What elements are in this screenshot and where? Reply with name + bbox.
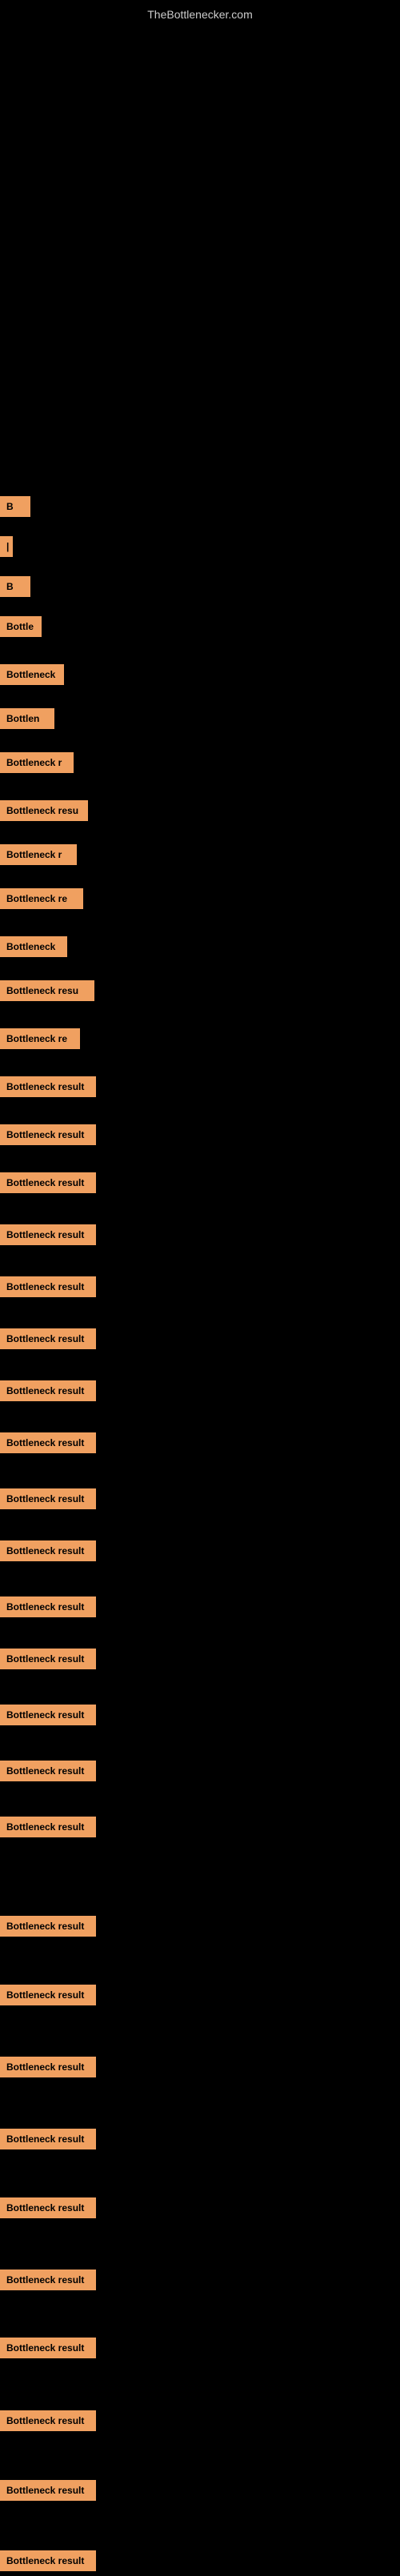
result-badge-36[interactable]: Bottleneck result [0,2410,96,2431]
result-item-16: Bottleneck result [0,1168,96,1198]
result-item-28: Bottleneck result [0,1812,96,1842]
result-badge-26[interactable]: Bottleneck result [0,1705,96,1725]
result-badge-4[interactable]: Bottle [0,616,42,637]
result-badge-12[interactable]: Bottleneck resu [0,980,94,1001]
result-item-33: Bottleneck result [0,2193,96,2223]
result-item-30: Bottleneck result [0,1980,96,2010]
result-badge-3[interactable]: B [0,576,30,597]
result-item-10: Bottleneck re [0,883,83,914]
result-item-9: Bottleneck r [0,839,77,870]
result-item-3: B [0,571,30,602]
result-badge-30[interactable]: Bottleneck result [0,1985,96,2005]
result-badge-2[interactable]: | [0,536,13,557]
result-item-22: Bottleneck result [0,1484,96,1514]
result-item-19: Bottleneck result [0,1324,96,1354]
result-item-15: Bottleneck result [0,1120,96,1150]
result-badge-13[interactable]: Bottleneck re [0,1028,80,1049]
result-badge-1[interactable]: B [0,496,30,517]
result-item-34: Bottleneck result [0,2265,96,2295]
result-badge-5[interactable]: Bottleneck [0,664,64,685]
result-item-20: Bottleneck result [0,1376,96,1406]
result-item-18: Bottleneck result [0,1272,96,1302]
result-badge-21[interactable]: Bottleneck result [0,1432,96,1453]
result-badge-8[interactable]: Bottleneck resu [0,800,88,821]
result-item-8: Bottleneck resu [0,795,88,826]
result-badge-38[interactable]: Bottleneck result [0,2550,96,2571]
result-item-38: Bottleneck result [0,2546,96,2576]
result-item-17: Bottleneck result [0,1220,96,1250]
result-badge-27[interactable]: Bottleneck result [0,1761,96,1781]
result-badge-16[interactable]: Bottleneck result [0,1172,96,1193]
result-badge-17[interactable]: Bottleneck result [0,1224,96,1245]
result-badge-18[interactable]: Bottleneck result [0,1276,96,1297]
result-item-5: Bottleneck [0,659,64,690]
result-badge-34[interactable]: Bottleneck result [0,2270,96,2290]
result-badge-6[interactable]: Bottlen [0,708,54,729]
result-item-36: Bottleneck result [0,2406,96,2436]
site-title: TheBottlenecker.com [0,0,400,27]
result-badge-20[interactable]: Bottleneck result [0,1380,96,1401]
result-badge-25[interactable]: Bottleneck result [0,1649,96,1669]
result-badge-19[interactable]: Bottleneck result [0,1328,96,1349]
result-badge-14[interactable]: Bottleneck result [0,1076,96,1097]
result-badge-28[interactable]: Bottleneck result [0,1817,96,1837]
result-item-12: Bottleneck resu [0,976,94,1006]
result-badge-23[interactable]: Bottleneck result [0,1540,96,1561]
result-item-37: Bottleneck result [0,2475,96,2506]
result-item-26: Bottleneck result [0,1700,96,1730]
result-item-21: Bottleneck result [0,1428,96,1458]
result-badge-33[interactable]: Bottleneck result [0,2197,96,2218]
result-badge-35[interactable]: Bottleneck result [0,2338,96,2358]
result-item-6: Bottlen [0,703,54,734]
result-item-29: Bottleneck result [0,1911,96,1941]
result-item-4: Bottle [0,611,42,642]
result-badge-37[interactable]: Bottleneck result [0,2480,96,2501]
result-item-23: Bottleneck result [0,1536,96,1566]
result-badge-7[interactable]: Bottleneck r [0,752,74,773]
result-item-32: Bottleneck result [0,2124,96,2154]
result-item-14: Bottleneck result [0,1072,96,1102]
result-item-11: Bottleneck [0,931,67,962]
result-badge-10[interactable]: Bottleneck re [0,888,83,909]
result-item-7: Bottleneck r [0,747,74,778]
result-item-1: B [0,491,30,522]
result-item-27: Bottleneck result [0,1756,96,1786]
result-badge-29[interactable]: Bottleneck result [0,1916,96,1937]
result-item-24: Bottleneck result [0,1592,96,1622]
result-badge-9[interactable]: Bottleneck r [0,844,77,865]
result-badge-11[interactable]: Bottleneck [0,936,67,957]
result-badge-31[interactable]: Bottleneck result [0,2057,96,2077]
result-item-31: Bottleneck result [0,2052,96,2082]
result-badge-15[interactable]: Bottleneck result [0,1124,96,1145]
result-item-2: | [0,531,13,562]
result-item-13: Bottleneck re [0,1024,80,1054]
result-badge-22[interactable]: Bottleneck result [0,1488,96,1509]
result-item-35: Bottleneck result [0,2333,96,2363]
result-item-25: Bottleneck result [0,1644,96,1674]
result-badge-32[interactable]: Bottleneck result [0,2129,96,2149]
result-badge-24[interactable]: Bottleneck result [0,1596,96,1617]
